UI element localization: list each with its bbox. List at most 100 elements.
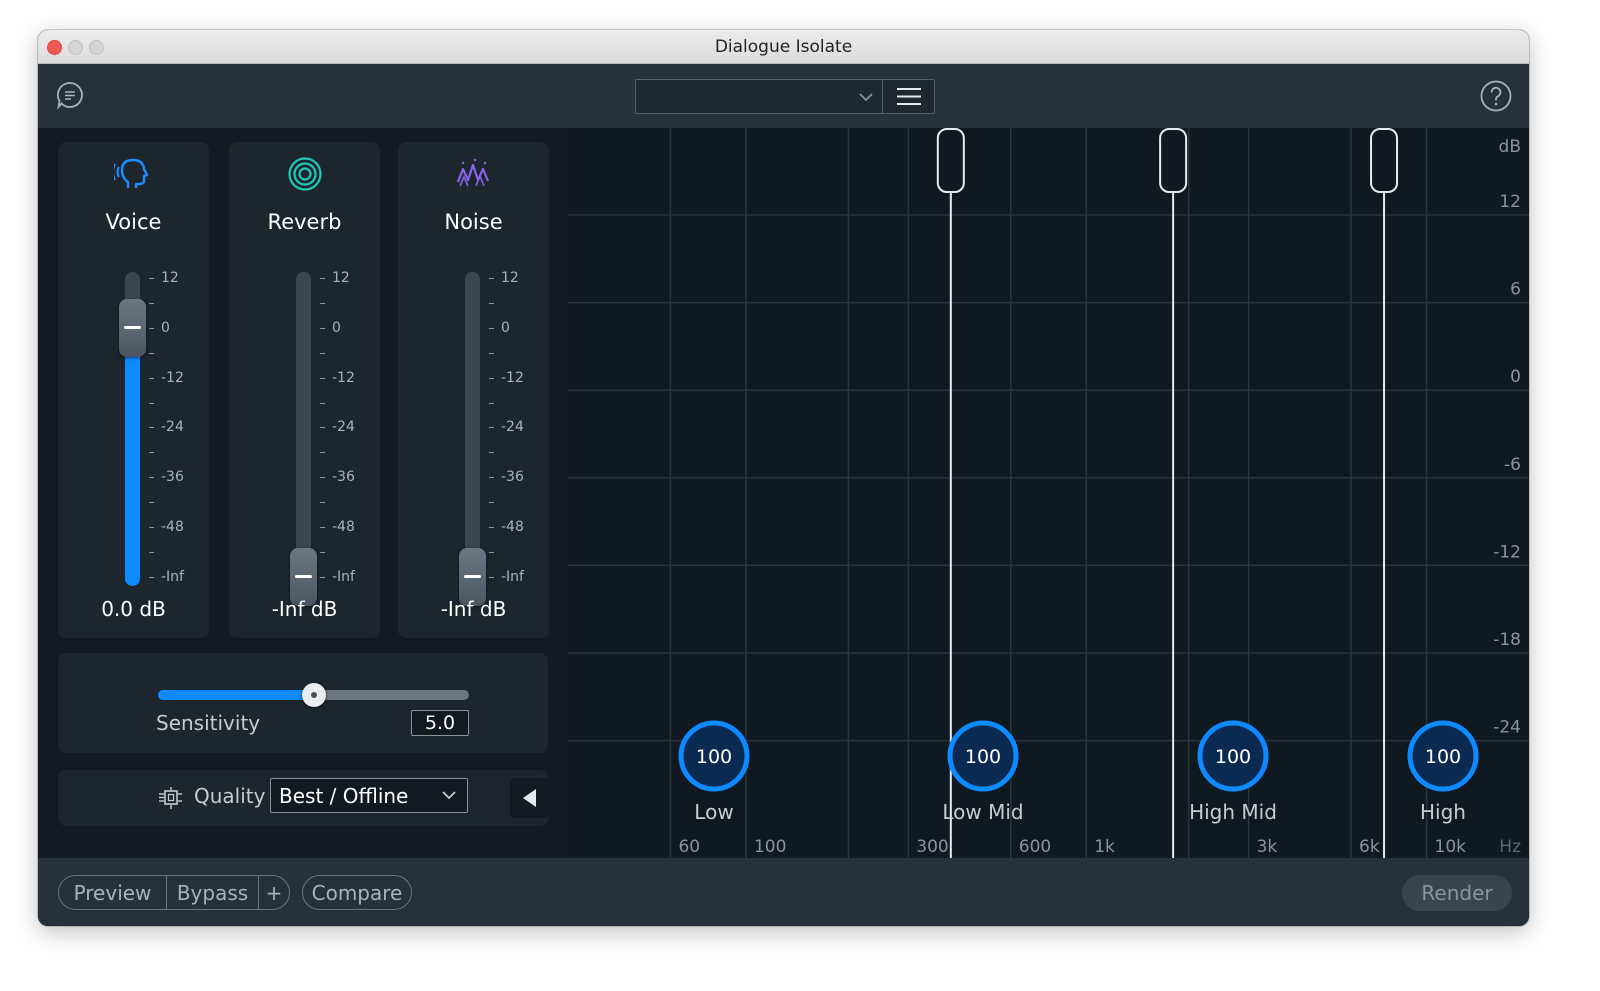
band-gain-value: 100 (1215, 746, 1251, 768)
tick-mark (320, 302, 325, 304)
preview-button[interactable]: Preview (58, 875, 167, 910)
tick-label: 12 (501, 270, 519, 286)
freq-tick-label: 300 (916, 837, 948, 857)
tick-mark (320, 327, 325, 329)
collapse-panel-button[interactable] (510, 778, 548, 818)
title-bar: Dialogue Isolate (38, 30, 1529, 64)
tick-mark (149, 427, 154, 429)
db-unit-label: dB (1499, 137, 1521, 157)
sensitivity-slider-fill (158, 690, 314, 700)
reverb-rings-icon (229, 156, 380, 192)
tick-mark (489, 477, 494, 479)
eq-graph: dB 12 6 0 -6 -12 -18 -24 60 100 300 600 1k 3k 6k 10k Hz 1… (568, 128, 1529, 858)
add-bypass-button[interactable]: + (258, 875, 290, 910)
tick-mark (320, 427, 325, 429)
compare-button[interactable]: Compare (302, 875, 412, 910)
render-button[interactable]: Render (1402, 875, 1512, 911)
tick-label: -Inf (501, 568, 524, 585)
tick-label: 0 (501, 319, 510, 336)
chevron-down-icon (442, 791, 456, 800)
tick-mark (489, 527, 494, 528)
tick-mark (320, 278, 325, 279)
tick-mark (320, 402, 325, 404)
freq-tick-label: 3k (1257, 837, 1278, 857)
quality-select[interactable]: Best / Offline (270, 778, 468, 813)
tick-mark (149, 352, 154, 354)
tick-mark (320, 502, 325, 504)
tick-mark (149, 551, 154, 553)
tick-label: -48 (501, 519, 524, 535)
help-icon[interactable] (1480, 80, 1512, 112)
bypass-button[interactable]: Bypass (166, 875, 259, 910)
tick-mark (489, 452, 494, 454)
db-tick-label: 0 (1510, 367, 1521, 387)
tick-mark (320, 452, 325, 454)
voice-fader-thumb[interactable] (119, 298, 146, 357)
tick-mark (149, 402, 154, 404)
tick-mark (489, 551, 494, 553)
chevron-down-icon (859, 93, 873, 102)
tick-mark (489, 402, 494, 404)
db-tick-label: -6 (1504, 455, 1521, 475)
voice-label: Voice (105, 210, 162, 234)
quality-select-value: Best / Offline (279, 784, 409, 808)
freq-tick-label: 100 (754, 837, 786, 857)
db-tick-label: 12 (1499, 192, 1521, 212)
tick-mark (489, 427, 494, 429)
sensitivity-slider[interactable] (158, 683, 469, 707)
freq-tick-label: 600 (1019, 837, 1051, 857)
preset-dropdown[interactable] (636, 80, 882, 113)
tick-label: -Inf (161, 568, 184, 585)
noise-module: Noise 12 0 -12 -24 -36 -48 -Inf -Inf dB (398, 142, 549, 638)
reverb-fader-track[interactable] (290, 272, 317, 606)
noise-fader-track[interactable] (459, 272, 486, 606)
toolbar (38, 64, 1529, 128)
tick-label: -12 (501, 369, 524, 386)
crossover-handle[interactable] (1370, 128, 1399, 193)
voice-fader-track[interactable] (119, 272, 146, 586)
voice-fader-fill (125, 327, 140, 586)
tick-label: -12 (332, 369, 355, 386)
noise-value: -Inf dB (440, 597, 507, 621)
processor-chip-icon (159, 787, 182, 809)
band-name-label: High (1420, 800, 1466, 824)
crossover-handle[interactable] (1159, 128, 1188, 193)
db-tick-label: -24 (1493, 718, 1521, 738)
preset-menu-button[interactable] (882, 80, 935, 113)
reverb-fader-scale: 12 0 -12 -24 -36 -48 -Inf (320, 270, 370, 592)
tick-label: -36 (332, 469, 355, 486)
band-name-label: Low (694, 800, 733, 824)
tick-mark (320, 551, 325, 553)
freq-tick-label: 6k (1359, 837, 1380, 857)
voice-fader-scale: 12 0 -12 -24 -36 -48 -Inf (149, 270, 199, 592)
sensitivity-value-field[interactable]: 5.0 (411, 710, 469, 736)
plugin-window: Dialogue Isolate Voice 12 0 -12 -24 -36 … (38, 30, 1529, 926)
freq-tick-label: 10k (1435, 837, 1467, 857)
tick-label: -12 (161, 369, 184, 386)
tick-mark (489, 352, 494, 354)
tick-mark (320, 352, 325, 354)
noise-label: Noise (444, 210, 503, 234)
noise-fader-scale: 12 0 -12 -24 -36 -48 -Inf (489, 270, 539, 592)
tick-mark (320, 377, 325, 379)
freq-tick-label: 1k (1094, 837, 1115, 857)
tick-label: 0 (332, 319, 341, 336)
tick-mark (149, 502, 154, 504)
tick-mark (489, 576, 494, 578)
tick-label: -36 (161, 469, 184, 486)
tick-mark (489, 327, 494, 329)
crossover-handle[interactable] (936, 128, 965, 193)
chat-bubble-icon[interactable] (56, 81, 84, 111)
freq-tick-label: 60 (678, 837, 700, 857)
tick-mark (489, 302, 494, 304)
sensitivity-slider-knob[interactable] (301, 683, 326, 707)
tick-mark (149, 278, 154, 279)
preset-selector (635, 79, 935, 114)
sensitivity-panel: Sensitivity 5.0 (58, 653, 548, 753)
tick-mark (149, 302, 154, 304)
quality-panel: Quality Best / Offline (58, 770, 548, 826)
band-name-label: Low Mid (942, 800, 1023, 824)
band-gain-value: 100 (965, 746, 1001, 768)
tick-label: -48 (161, 519, 184, 535)
tick-mark (149, 477, 154, 479)
